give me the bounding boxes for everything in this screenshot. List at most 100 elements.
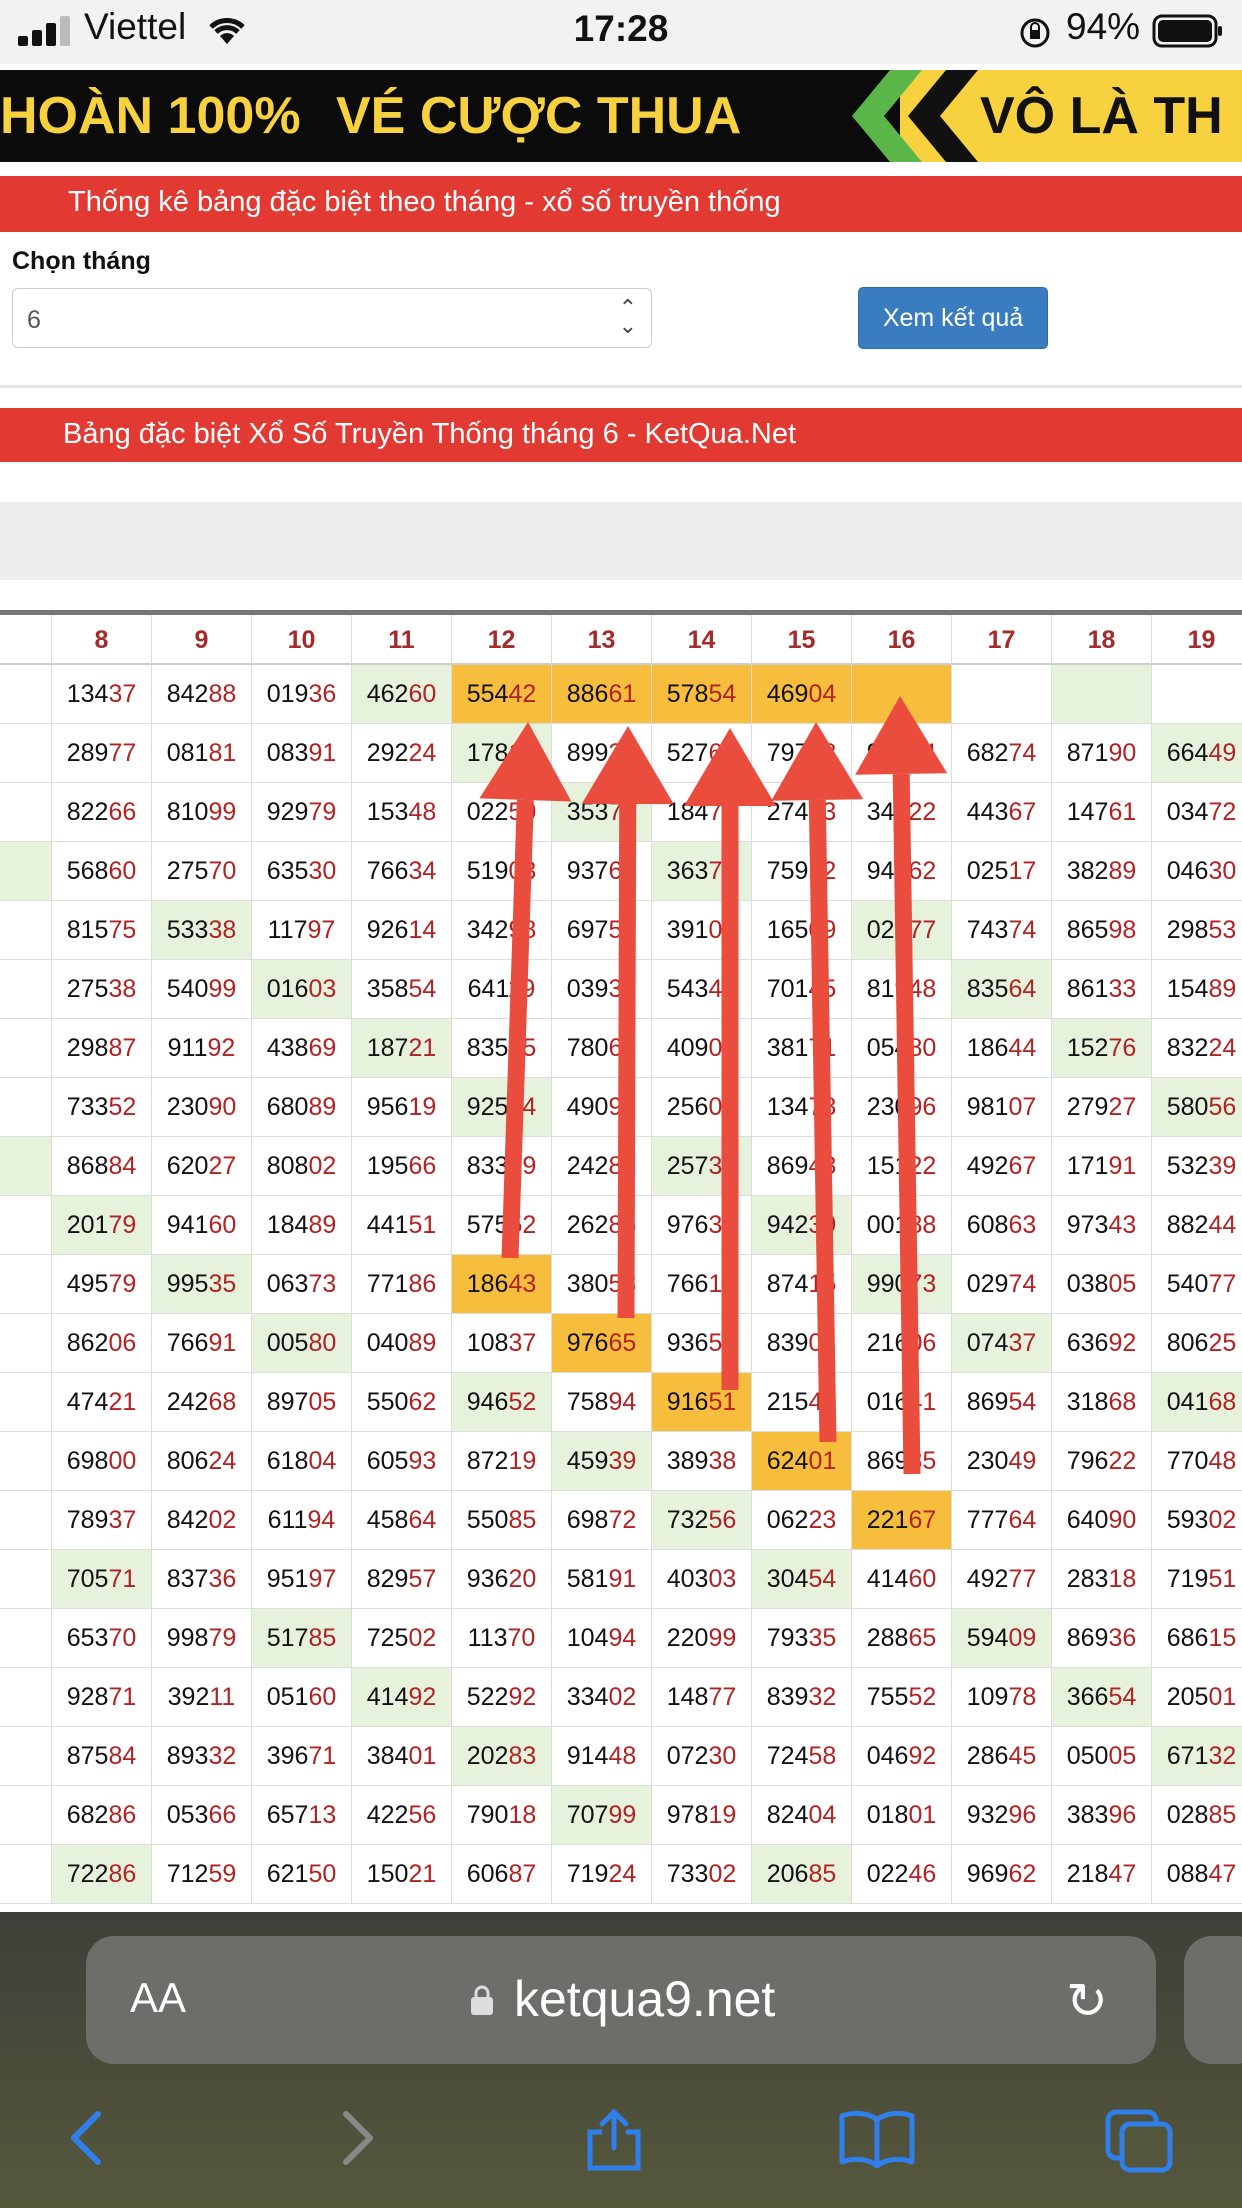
view-results-button[interactable]: Xem kết quả [858,287,1048,349]
next-tab-preview[interactable] [1184,1936,1242,2064]
table-cell: 95619 [352,1078,452,1137]
cell-prefix: 575 [466,1211,509,1239]
table-cell: 63530 [252,842,352,901]
cell-tail-digits: 22 [908,1152,937,1180]
cell-prefix: 701 [766,975,809,1003]
cell-prefix: 441 [366,1211,409,1239]
cell-tail-digits: 92 [408,1683,437,1711]
table-cell: 82404 [752,1786,852,1845]
cell-tail-digits: 04 [308,1447,337,1475]
month-select[interactable]: 6 ⌃ ⌄ [12,288,652,348]
table-cell: 76691 [152,1314,252,1373]
cell-tail-digits: 46 [908,1860,937,1888]
table-cell: 39671 [252,1727,352,1786]
cell-prefix: 871 [1066,739,1109,767]
table-cell: 62401 [752,1432,852,1491]
cell-prefix: 184 [266,1211,309,1239]
cell-tail-digits: 24 [608,1860,637,1888]
cell-tail-digits: 37 [108,1506,137,1534]
cell-tail-digits: 03 [308,975,337,1003]
table-cell: 10494 [552,1609,652,1668]
table-cell [852,665,952,724]
cell-tail-digits: 01 [408,1742,437,1770]
table-cell: 60687 [452,1845,552,1904]
table-cell: 71924 [552,1845,652,1904]
cell-prefix: 474 [66,1388,109,1416]
table-cell: 15122 [852,1137,952,1196]
table-cell: 38289 [1052,842,1152,901]
cell-tail-digits: 86 [108,1860,137,1888]
table-cell: 93296 [952,1786,1052,1845]
cell-tail-digits: 02 [408,1624,437,1652]
cell-prefix: 366 [1066,1683,1109,1711]
cell-tail-digits: 30 [708,1742,737,1770]
cell-prefix: 868 [66,1152,109,1180]
table-cell [952,665,1052,724]
address-bar[interactable]: AA ketqua9.net ↻ [86,1936,1156,2064]
cell-tail-digits: 96 [1008,1801,1037,1829]
ad-placeholder [0,502,1242,580]
table-cell: 71259 [152,1845,252,1904]
table-cell: 606 [0,1314,52,1373]
cell-tail-digits: 70 [507,1624,536,1652]
cell-prefix: 712 [166,1860,209,1888]
table-cell: 77186 [352,1255,452,1314]
cell-tail-digits: 35 [208,1270,237,1298]
cell-tail-digits: 89 [308,1093,337,1121]
cell-prefix: 758 [566,1388,609,1416]
table-cell: 86985 [852,1432,952,1491]
section-title-table: Bảng đặc biệt Xổ Số Truyền Thống tháng 6… [0,408,1242,462]
table-cell: 02974 [952,1255,1052,1314]
bookmarks-icon[interactable] [838,2108,916,2168]
cell-prefix: 578 [666,680,709,708]
cell-prefix: 342 [466,916,509,944]
cell-tail-digits: 21 [408,1034,437,1062]
table-cell: 99879 [152,1609,252,1668]
table-cell: 81099 [152,783,252,842]
cell-tail-digits: 11 [209,1683,236,1711]
table-cell: 13437 [52,665,152,724]
column-header-11: 11 [352,615,452,665]
month-label: Chọn tháng [12,247,151,275]
ad-banner[interactable]: HOÀN 100% VÉ CƯỢC THUA VÔ LÀ TH [0,70,1242,162]
cell-prefix: 937 [566,857,609,885]
table-cell: 55442 [452,665,552,724]
table-cell: 97631 [652,1196,752,1255]
table-cell: 76610 [652,1255,752,1314]
table-cell: 87190 [1052,724,1152,783]
table-cell: 40303 [652,1550,752,1609]
table-cell: 22167 [852,1491,952,1550]
cell-tail-digits: 79 [308,798,337,826]
back-icon[interactable] [66,2108,106,2168]
cell-prefix: 262 [566,1211,609,1239]
cell-prefix: 624 [766,1447,809,1475]
reload-icon[interactable]: ↻ [1066,1972,1108,2030]
table-cell: 59302 [1152,1491,1242,1550]
tabs-icon[interactable] [1104,2108,1176,2174]
cell-tail-digits: 56 [708,1506,737,1534]
table-cell: 486 [0,1550,52,1609]
cell-prefix: 568 [66,857,109,885]
divider [0,385,1242,388]
table-cell: 66449 [1152,724,1242,783]
table-cell: 86936 [1052,1609,1152,1668]
cell-tail-digits: 98 [508,916,537,944]
cell-prefix: 911 [167,1034,208,1062]
cell-prefix: 438 [266,1034,309,1062]
forward-icon[interactable] [338,2108,378,2168]
cell-prefix: 724 [766,1742,809,1770]
battery-icon [1152,14,1222,48]
table-cell: 97819 [652,1786,752,1845]
share-icon[interactable] [584,2108,644,2172]
cell-prefix: 195 [366,1152,409,1180]
cell-tail-digits: 13 [308,1801,337,1829]
cell-prefix: 403 [666,1565,709,1593]
table-cell: 54077 [1152,1255,1242,1314]
cell-tail-digits: 67 [1008,1152,1037,1180]
text-size-button[interactable]: AA [130,1974,186,2022]
cell-tail-digits: 79 [108,1211,137,1239]
cell-tail-digits: 89 [308,1211,337,1239]
table-cell: 16509 [752,901,852,960]
cell-prefix: 780 [566,1034,609,1062]
table-cell: 18721 [352,1019,452,1078]
